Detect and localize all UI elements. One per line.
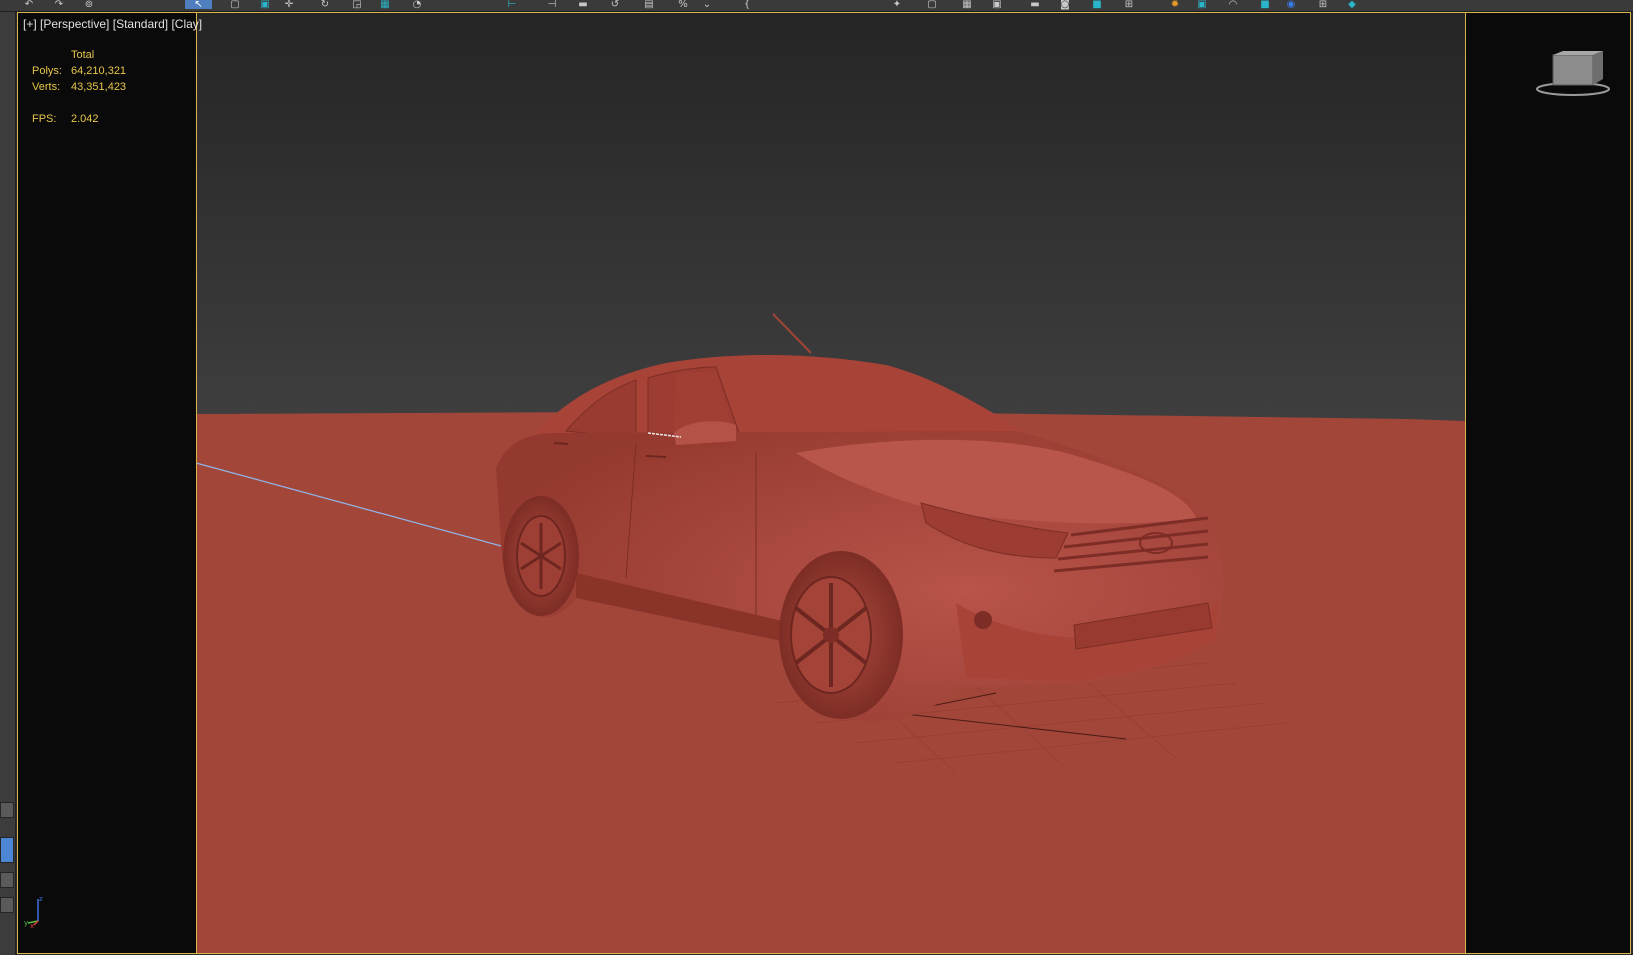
mirror-icon[interactable]: ▬ xyxy=(576,0,590,10)
polys-label: Polys: xyxy=(32,65,62,77)
percent-snap-icon[interactable]: ⊢ xyxy=(505,0,519,10)
axis-x-label: x xyxy=(30,922,34,929)
effects-icon[interactable]: ■ xyxy=(1090,0,1104,10)
verts-value: 43,351,423 xyxy=(71,81,127,93)
viewport-menu-plus[interactable]: [+] xyxy=(23,17,37,31)
axis-z-label: z xyxy=(39,895,43,903)
select-icon[interactable]: ↖ xyxy=(185,0,212,10)
polys-value: 64,210,321 xyxy=(71,65,127,77)
render-frame-window-icon[interactable]: ▬ xyxy=(1028,0,1042,10)
strip-button-active[interactable] xyxy=(0,837,14,863)
graphite-icon[interactable]: % xyxy=(676,0,690,10)
redo-icon[interactable]: ↷ xyxy=(52,0,66,10)
axis-tripod: z y x xyxy=(24,895,43,929)
align-icon[interactable]: ↺ xyxy=(608,0,622,10)
environment-icon[interactable]: ◙ xyxy=(1058,0,1072,10)
car-front-wheel xyxy=(779,551,903,719)
command-strip xyxy=(0,12,16,955)
rotate-icon[interactable]: ↻ xyxy=(318,0,332,10)
undo-icon[interactable]: ↶ xyxy=(22,0,36,10)
viewport-menu-point-of-view[interactable]: [Perspective] xyxy=(40,17,109,31)
scene-explorer-icon[interactable]: ⊞ xyxy=(1122,0,1136,10)
globe-icon[interactable]: ◉ xyxy=(1284,0,1298,10)
scale-icon[interactable]: ◲ xyxy=(350,0,364,10)
teapot-icon[interactable]: ◠ xyxy=(1226,0,1240,10)
link-icon[interactable]: ⊚ xyxy=(82,0,96,10)
strip-button[interactable] xyxy=(0,802,14,818)
main-toolbar: ↶ ↷ ⊚ ↖ ▢ ▣ ✛ ↻ ◲ ▦ ◔ ⊢ ⊣ ▬ ↺ ▤ % ⌄ { ✦ … xyxy=(0,0,1633,12)
rendered-frame-icon[interactable]: ▦ xyxy=(960,0,974,10)
car-fog-light xyxy=(974,611,992,629)
verts-label: Verts: xyxy=(32,81,61,93)
viewport-scene[interactable] xyxy=(196,13,1466,954)
viewport-statistics: Total Polys: 64,210,321 Verts: 43,351,42… xyxy=(32,47,172,127)
axis-y-label: y xyxy=(24,919,28,927)
perspective-viewport[interactable]: [+] [Perspective] [Standard] [Clay] Tota… xyxy=(17,12,1631,954)
snap-icon[interactable]: ▦ xyxy=(378,0,392,10)
render-icon[interactable]: ▣ xyxy=(990,0,1004,10)
viewcube-icon[interactable] xyxy=(1533,51,1613,99)
viewport-menu-shading-style[interactable]: [Standard] xyxy=(113,17,168,31)
angle-snap-icon[interactable]: ◔ xyxy=(410,0,424,10)
car-door-handle xyxy=(645,455,667,458)
fps-label: FPS: xyxy=(32,113,57,125)
photo-icon[interactable]: ▣ xyxy=(1195,0,1209,10)
window-crossing-icon[interactable]: ▣ xyxy=(258,0,272,10)
car-door-handle xyxy=(553,442,569,445)
strip-button[interactable] xyxy=(0,872,14,888)
strip-button[interactable] xyxy=(0,897,14,913)
viewport-menu-shading-mode[interactable]: [Clay] xyxy=(171,17,202,31)
script-icon[interactable]: ◆ xyxy=(1345,0,1359,10)
select-region-icon[interactable]: ▢ xyxy=(228,0,242,10)
layout-icon[interactable]: ⊞ xyxy=(1316,0,1330,10)
safe-frame xyxy=(196,13,1466,954)
car-rear-wheel xyxy=(503,496,579,616)
stats-header: Total xyxy=(71,49,95,61)
render-setup-icon[interactable]: ▢ xyxy=(925,0,939,10)
layer-icon[interactable]: ▤ xyxy=(642,0,656,10)
fps-value: 2.042 xyxy=(71,113,99,125)
active-shade-icon[interactable]: ■ xyxy=(1258,0,1272,10)
viewport-label-menu: [+] [Perspective] [Standard] [Clay] xyxy=(23,17,202,31)
spinner-snap-icon[interactable]: ⊣ xyxy=(545,0,559,10)
schematic-icon[interactable]: { xyxy=(740,0,754,10)
move-icon[interactable]: ✛ xyxy=(282,0,296,10)
curve-editor-icon[interactable]: ⌄ xyxy=(700,0,714,10)
material-editor-icon[interactable]: ✦ xyxy=(890,0,904,10)
sun-icon[interactable]: ✹ xyxy=(1168,0,1182,10)
